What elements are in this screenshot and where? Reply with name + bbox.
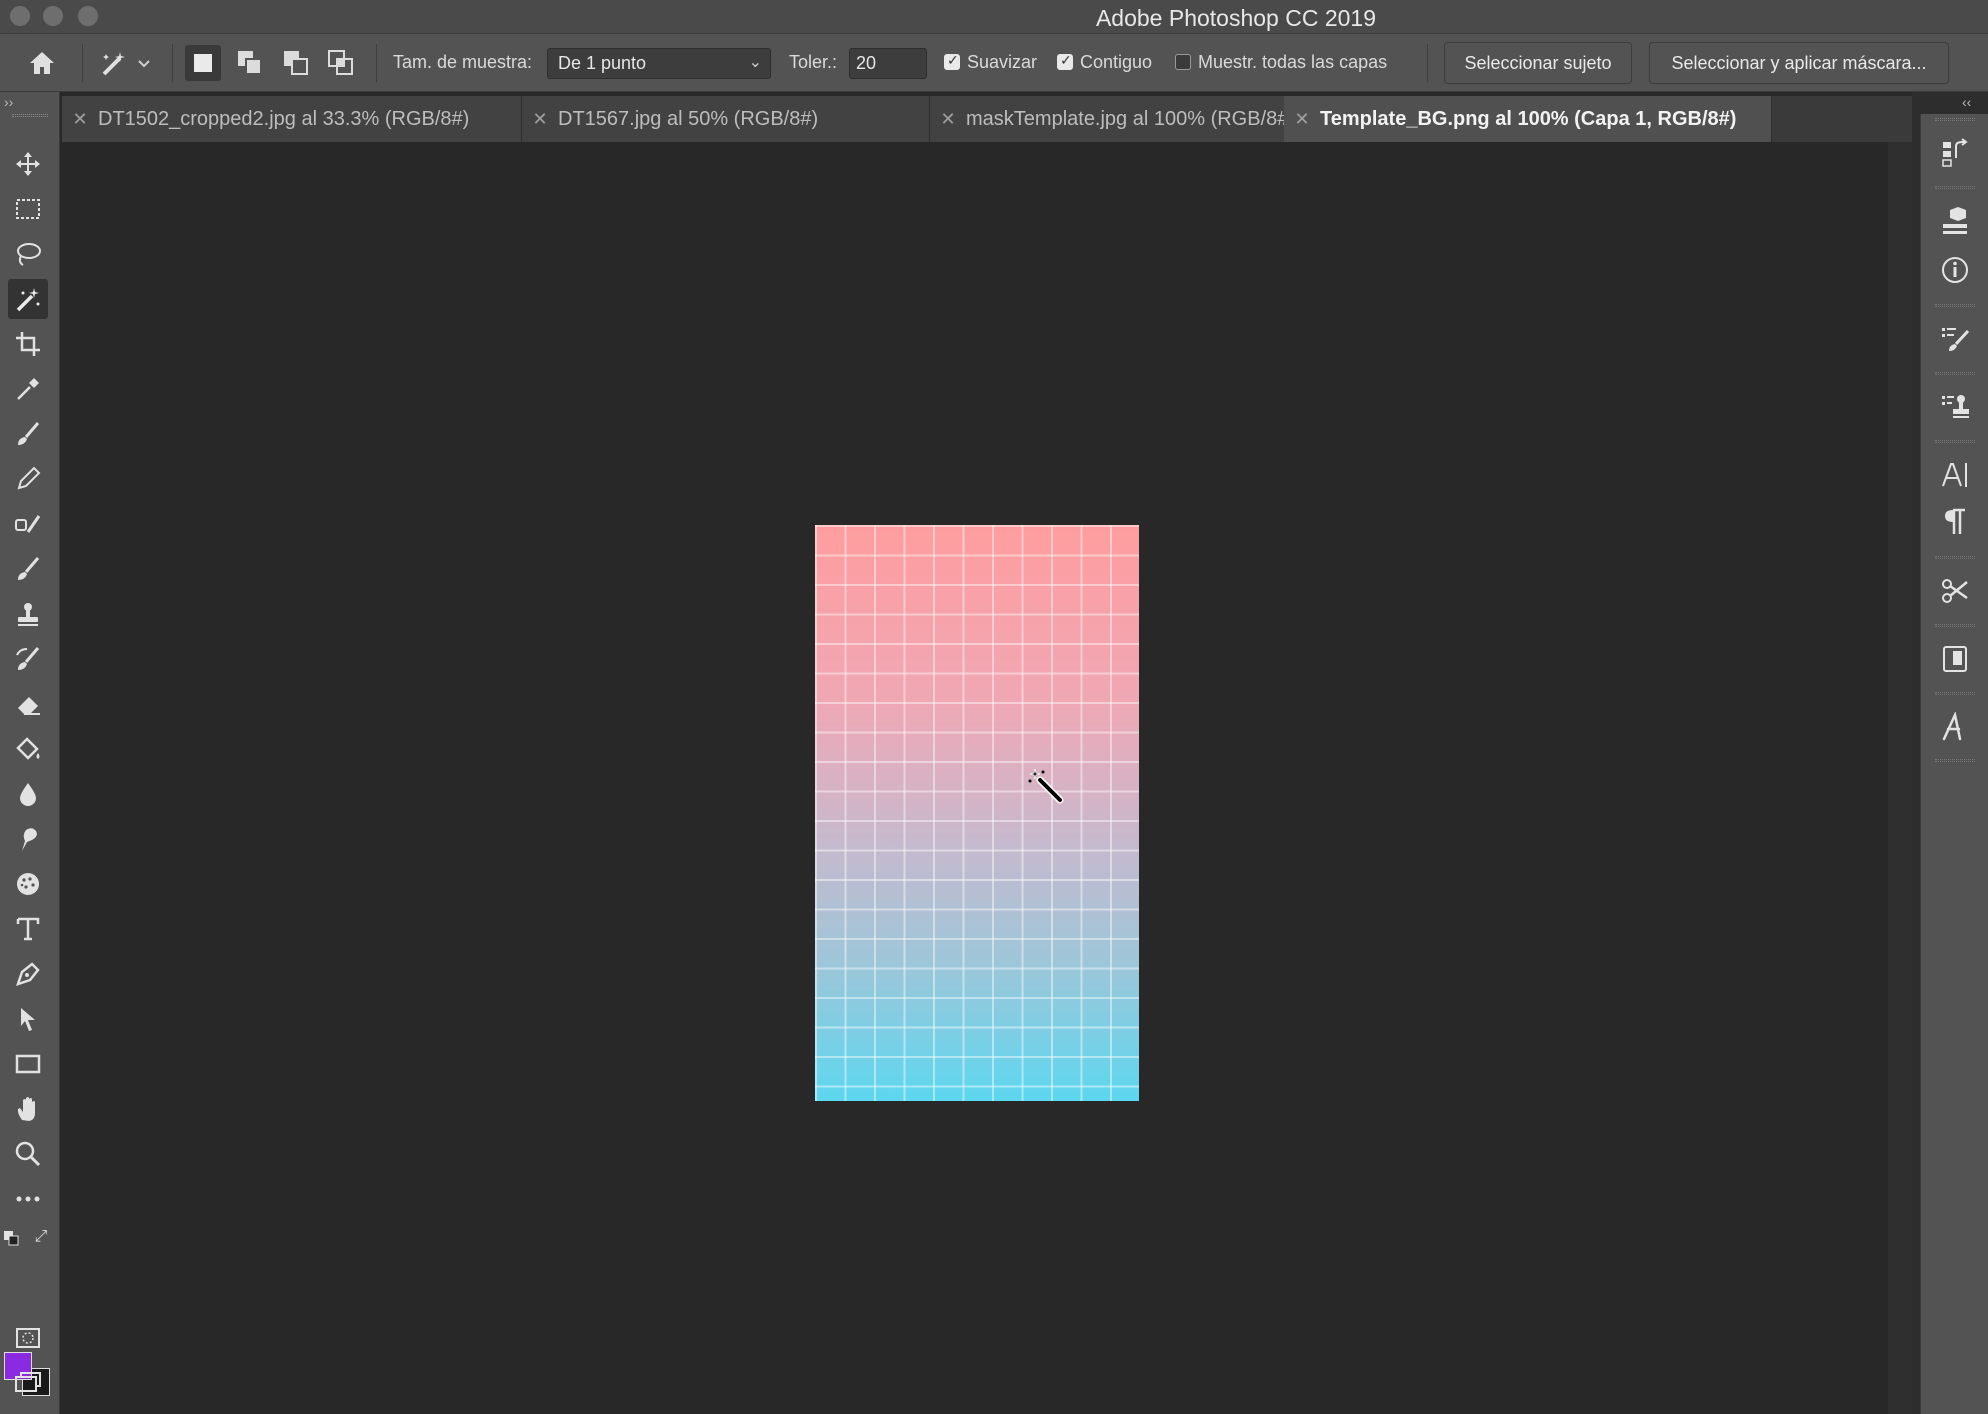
brush-settings-icon[interactable] <box>1933 317 1977 361</box>
contiguous-checkbox[interactable] <box>1057 52 1073 70</box>
vertical-scrollbar[interactable] <box>1888 142 1912 1414</box>
anti-alias-checkbox[interactable] <box>944 52 960 70</box>
contiguous-label: Contiguo <box>1080 52 1153 72</box>
zoom-tool-icon[interactable] <box>8 1134 48 1174</box>
eraser-tool-icon[interactable] <box>8 684 48 724</box>
brush-tool-icon[interactable] <box>8 414 48 454</box>
marquee-tool-icon[interactable] <box>8 189 48 229</box>
quick-mask-icon[interactable] <box>8 1318 48 1358</box>
home-icon[interactable] <box>24 45 60 81</box>
close-icon[interactable]: ✕ <box>930 109 966 130</box>
clone-source-icon[interactable] <box>1933 385 1977 429</box>
tab-label: maskTemplate.jpg al 100% (RGB/8#) <box>966 107 1296 130</box>
close-icon[interactable]: ✕ <box>522 109 558 130</box>
pencil-tool-icon[interactable] <box>8 459 48 499</box>
libraries-panel-icon[interactable] <box>1933 637 1977 681</box>
history-brush-tool-icon[interactable] <box>8 639 48 679</box>
tab-label: DT1502_cropped2.jpg al 33.3% (RGB/8#) <box>98 107 470 130</box>
screen-mode-icon[interactable] <box>8 1362 48 1402</box>
sponge-tool-icon[interactable] <box>8 864 48 904</box>
tool-preset-picker[interactable] <box>96 45 154 81</box>
glyphs-panel-icon[interactable] <box>1933 705 1977 749</box>
magic-wand-cursor-icon <box>1028 768 1064 804</box>
hand-tool-icon[interactable] <box>8 1089 48 1129</box>
tool-presets-icon[interactable] <box>1933 569 1977 613</box>
lasso-tool-icon[interactable] <box>8 234 48 274</box>
tolerance-label: Toler.: <box>789 52 838 72</box>
collapse-panel-icon[interactable]: ‹‹ <box>1962 94 1971 110</box>
document-tabs: ✕ DT1502_cropped2.jpg al 33.3% (RGB/8#) … <box>62 96 1912 142</box>
sample-size-select[interactable]: De 1 punto ⌄ <box>547 48 771 79</box>
close-icon[interactable]: ✕ <box>1284 109 1320 130</box>
options-bar: Tam. de muestra: De 1 punto ⌄ Toler.: 20… <box>0 34 1988 92</box>
character-panel-icon[interactable] <box>1933 453 1977 497</box>
sample-all-layers-label: Muestr. todas las capas <box>1198 52 1388 72</box>
new-selection-icon[interactable] <box>185 45 221 81</box>
type-tool-icon[interactable] <box>8 909 48 949</box>
3d-panel-icon[interactable] <box>1933 199 1977 243</box>
tab-document-1[interactable]: ✕ DT1502_cropped2.jpg al 33.3% (RGB/8#) <box>62 96 522 142</box>
expand-panel-icon[interactable]: ›› <box>4 94 13 110</box>
eyedropper-tool-icon[interactable] <box>8 369 48 409</box>
sample-size-label: Tam. de muestra: <box>393 52 533 72</box>
history-panel-icon[interactable] <box>1933 131 1977 175</box>
document-canvas[interactable] <box>815 525 1139 1101</box>
paint-bucket-tool-icon[interactable] <box>8 729 48 769</box>
tolerance-input[interactable]: 20 <box>849 48 927 79</box>
title-bar: Adobe Photoshop CC 2019 <box>0 0 1988 34</box>
close-icon[interactable]: ✕ <box>62 109 98 130</box>
spot-heal-tool-icon[interactable] <box>8 549 48 589</box>
default-colors-icon[interactable] <box>2 1230 20 1248</box>
sample-all-layers-checkbox[interactable] <box>1175 54 1191 70</box>
magic-wand-tool-icon[interactable] <box>8 279 48 319</box>
stamp-tool-icon[interactable] <box>8 594 48 634</box>
app-title: Adobe Photoshop CC 2019 <box>1095 5 1377 31</box>
move-tool-icon[interactable] <box>8 144 48 184</box>
subtract-from-selection-icon[interactable] <box>278 45 314 81</box>
select-subject-button[interactable]: Seleccionar sujeto <box>1444 42 1632 84</box>
tab-document-4[interactable]: ✕ Template_BG.png al 100% (Capa 1, RGB/8… <box>1284 96 1772 142</box>
paragraph-panel-icon[interactable] <box>1933 500 1977 544</box>
tab-document-2[interactable]: ✕ DT1567.jpg al 50% (RGB/8#) <box>522 96 930 142</box>
pen-tool-icon[interactable] <box>8 954 48 994</box>
panel-icon-strip <box>1920 114 1988 1414</box>
crop-tool-icon[interactable] <box>8 324 48 364</box>
anti-alias-label: Suavizar <box>967 52 1038 72</box>
path-selection-tool-icon[interactable] <box>8 999 48 1039</box>
intersect-selection-icon[interactable] <box>323 45 359 81</box>
info-panel-icon[interactable] <box>1933 248 1977 292</box>
rectangle-tool-icon[interactable] <box>8 1044 48 1084</box>
smudge-tool-icon[interactable] <box>8 819 48 859</box>
add-to-selection-icon[interactable] <box>232 45 268 81</box>
chevron-down-icon: ⌄ <box>748 54 762 71</box>
more-tools-icon[interactable] <box>8 1179 48 1219</box>
tab-label: Template_BG.png al 100% (Capa 1, RGB/8#) <box>1320 107 1737 130</box>
swap-colors-icon[interactable]: ⤢ <box>32 1228 50 1246</box>
healing-brush-tool-icon[interactable] <box>8 504 48 544</box>
tab-label: DT1567.jpg al 50% (RGB/8#) <box>558 107 819 130</box>
sample-size-value: De 1 punto <box>558 53 647 73</box>
tools-panel: ›› ⤢ <box>0 92 60 1414</box>
select-and-mask-button[interactable]: Seleccionar y aplicar máscara... <box>1649 42 1949 84</box>
blur-tool-icon[interactable] <box>8 774 48 814</box>
